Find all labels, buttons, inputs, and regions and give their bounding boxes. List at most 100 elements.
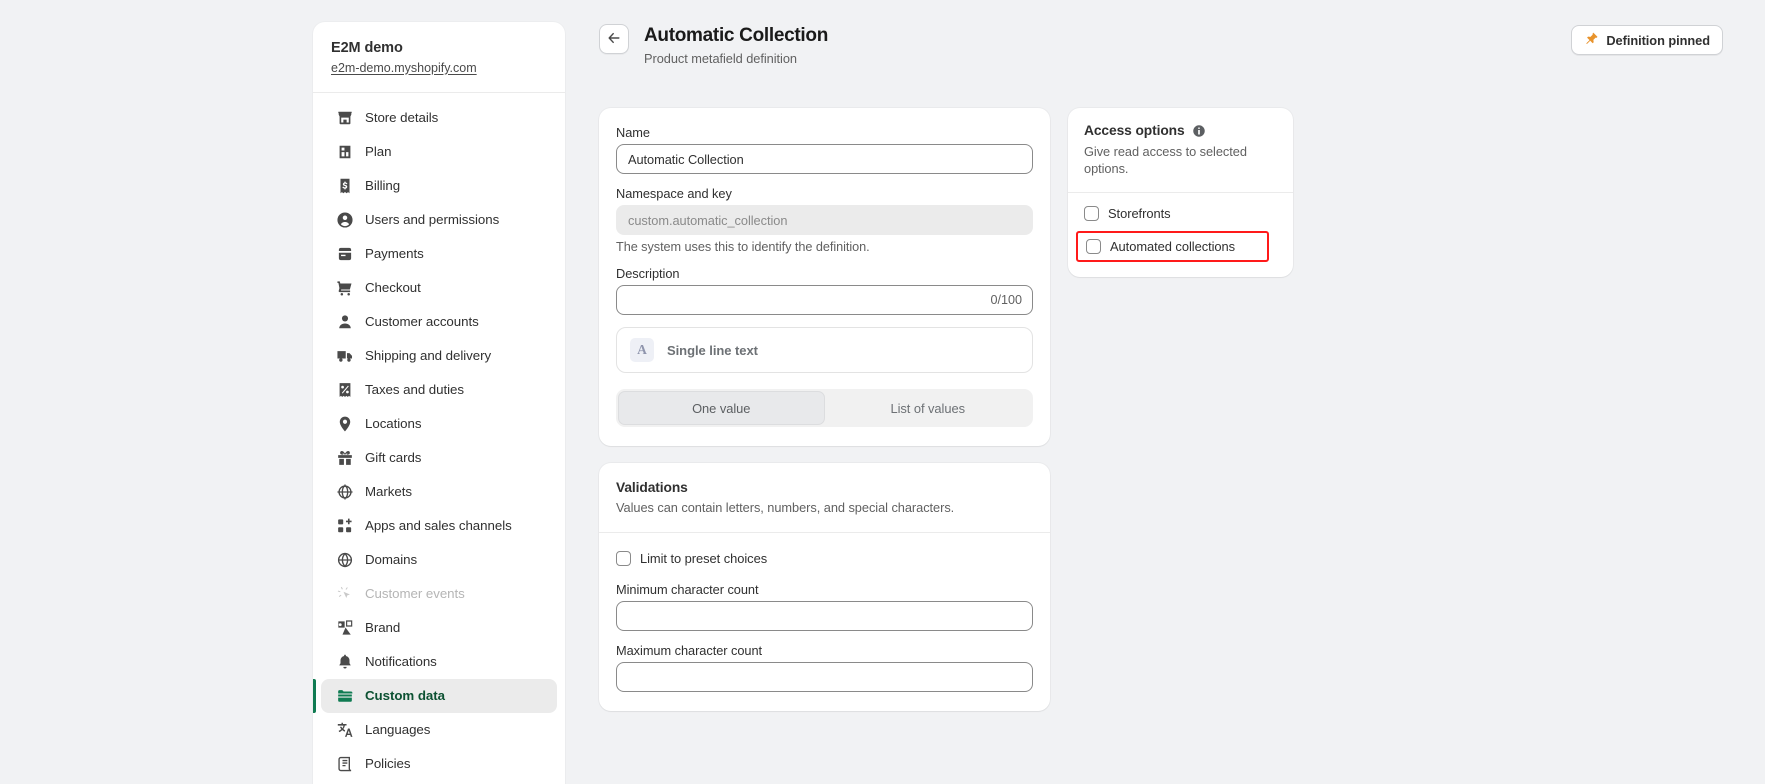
pushpin-icon xyxy=(1584,31,1599,49)
minimum-character-count-input[interactable] xyxy=(616,601,1033,631)
store-url-link[interactable]: e2m-demo.myshopify.com xyxy=(331,61,477,75)
access-options-title: Access options xyxy=(1084,123,1185,138)
definition-pinned-button[interactable]: Definition pinned xyxy=(1571,25,1723,55)
metafield-type-picker[interactable]: A Single line text xyxy=(616,327,1033,373)
sidebar-item-store-details[interactable]: Store details xyxy=(321,101,557,135)
maximum-character-count-field: Maximum character count xyxy=(616,643,1033,692)
definition-pinned-label: Definition pinned xyxy=(1606,33,1710,48)
apps-grid-plus-icon xyxy=(335,516,354,535)
sidebar-item-label: Custom data xyxy=(365,689,445,702)
payments-icon xyxy=(335,244,354,263)
store-icon xyxy=(335,108,354,127)
limit-preset-choices-label: Limit to preset choices xyxy=(640,551,767,566)
sidebar-item-customer-events[interactable]: Customer events xyxy=(321,577,557,611)
sidebar-item-apps-and-sales-channels[interactable]: Apps and sales channels xyxy=(321,509,557,543)
page-title: Automatic Collection xyxy=(644,24,828,48)
custom-data-icon xyxy=(335,686,354,705)
maximum-character-count-input[interactable] xyxy=(616,662,1033,692)
access-option-automated-collections[interactable]: Automated collections xyxy=(1076,231,1269,262)
sidebar-item-locations[interactable]: Locations xyxy=(321,407,557,441)
limit-preset-choices-row[interactable]: Limit to preset choices xyxy=(616,551,1033,566)
info-circle-icon[interactable] xyxy=(1192,124,1206,138)
storefronts-checkbox[interactable] xyxy=(1084,206,1099,221)
sidebar-item-notifications[interactable]: Notifications xyxy=(321,645,557,679)
validations-subtitle: Values can contain letters, numbers, and… xyxy=(616,500,1033,515)
sidebar-item-languages[interactable]: Languages xyxy=(321,713,557,747)
sidebar-item-label: Brand xyxy=(365,621,400,634)
store-name: E2M demo xyxy=(331,39,547,59)
name-label: Name xyxy=(616,125,1033,140)
validations-card: Validations Values can contain letters, … xyxy=(599,463,1050,711)
sidebar-item-payments[interactable]: Payments xyxy=(321,237,557,271)
sidebar-item-policies[interactable]: Policies xyxy=(321,747,557,781)
main-region: Automatic Collection Product metafield d… xyxy=(565,0,1765,784)
click-spark-icon xyxy=(335,584,354,603)
sidebar-item-billing[interactable]: Billing xyxy=(321,169,557,203)
settings-sidebar: E2M demo e2m-demo.myshopify.com Store de… xyxy=(313,22,565,784)
name-input[interactable] xyxy=(616,144,1033,174)
sidebar-item-label: Shipping and delivery xyxy=(365,349,491,362)
sidebar-item-brand[interactable]: Brand xyxy=(321,611,557,645)
definition-card: Name Namespace and key The system uses t… xyxy=(599,108,1050,446)
access-options-subtitle: Give read access to selected options. xyxy=(1084,143,1259,178)
plan-icon xyxy=(335,142,354,161)
sidebar-item-label: Gift cards xyxy=(365,451,421,464)
name-field: Name xyxy=(616,125,1033,174)
segment-list-of-values[interactable]: List of values xyxy=(825,391,1032,425)
user-circle-icon xyxy=(335,210,354,229)
sidebar-item-gift-cards[interactable]: Gift cards xyxy=(321,441,557,475)
left-column: Name Namespace and key The system uses t… xyxy=(599,108,1050,728)
location-pin-icon xyxy=(335,414,354,433)
description-label: Description xyxy=(616,266,1033,281)
sidebar-item-label: Taxes and duties xyxy=(365,383,464,396)
sidebar-item-plan[interactable]: Plan xyxy=(321,135,557,169)
minimum-character-count-field: Minimum character count xyxy=(616,582,1033,631)
back-button[interactable] xyxy=(599,24,629,54)
gift-icon xyxy=(335,448,354,467)
billing-icon xyxy=(335,176,354,195)
sidebar-item-custom-data[interactable]: Custom data xyxy=(321,679,557,713)
right-column: Access options Give read access to selec… xyxy=(1068,108,1293,294)
brand-image-icon xyxy=(335,618,354,637)
description-field: Description 0/100 xyxy=(616,266,1033,315)
store-header: E2M demo e2m-demo.myshopify.com xyxy=(313,22,565,93)
validations-title: Validations xyxy=(616,480,1033,495)
access-option-storefronts[interactable]: Storefronts xyxy=(1084,206,1277,221)
value-mode-segmented-control: One value List of values xyxy=(616,389,1033,427)
namespace-key-input xyxy=(616,205,1033,235)
globe-icon xyxy=(335,550,354,569)
sidebar-item-domains[interactable]: Domains xyxy=(321,543,557,577)
settings-nav: Store details Plan Billing Users and per… xyxy=(313,93,565,784)
bell-icon xyxy=(335,652,354,671)
sidebar-item-label: Apps and sales channels xyxy=(365,519,512,532)
sidebar-item-customer-accounts[interactable]: Customer accounts xyxy=(321,305,557,339)
sidebar-item-shipping-and-delivery[interactable]: Shipping and delivery xyxy=(321,339,557,373)
sidebar-item-label: Notifications xyxy=(365,655,437,668)
namespace-key-label: Namespace and key xyxy=(616,186,1033,201)
policies-icon xyxy=(335,754,354,773)
app-root: E2M demo e2m-demo.myshopify.com Store de… xyxy=(0,0,1765,784)
sidebar-item-label: Payments xyxy=(365,247,424,260)
sidebar-item-label: Customer accounts xyxy=(365,315,479,328)
access-options-list: Storefronts Automated collections xyxy=(1068,193,1293,277)
limit-preset-choices-checkbox[interactable] xyxy=(616,551,631,566)
sidebar-item-markets[interactable]: Markets xyxy=(321,475,557,509)
sidebar-item-checkout[interactable]: Checkout xyxy=(321,271,557,305)
person-icon xyxy=(335,312,354,331)
access-options-header: Access options Give read access to selec… xyxy=(1068,108,1293,192)
sidebar-item-users-and-permissions[interactable]: Users and permissions xyxy=(321,203,557,237)
sidebar-item-label: Checkout xyxy=(365,281,421,294)
segment-one-value[interactable]: One value xyxy=(618,391,825,425)
sidebar-item-taxes-and-duties[interactable]: Taxes and duties xyxy=(321,373,557,407)
namespace-key-help: The system uses this to identify the def… xyxy=(616,240,1033,254)
metafield-type-label: Single line text xyxy=(667,343,758,358)
minimum-character-count-label: Minimum character count xyxy=(616,582,1033,597)
single-line-text-icon: A xyxy=(630,338,654,362)
percent-icon xyxy=(335,380,354,399)
sidebar-item-label: Policies xyxy=(365,757,410,770)
content-columns: Name Namespace and key The system uses t… xyxy=(565,80,1765,728)
page-title-block: Automatic Collection Product metafield d… xyxy=(644,24,828,66)
automated-collections-checkbox[interactable] xyxy=(1086,239,1101,254)
description-input[interactable] xyxy=(616,285,1033,315)
header-actions: Definition pinned xyxy=(1571,24,1723,55)
